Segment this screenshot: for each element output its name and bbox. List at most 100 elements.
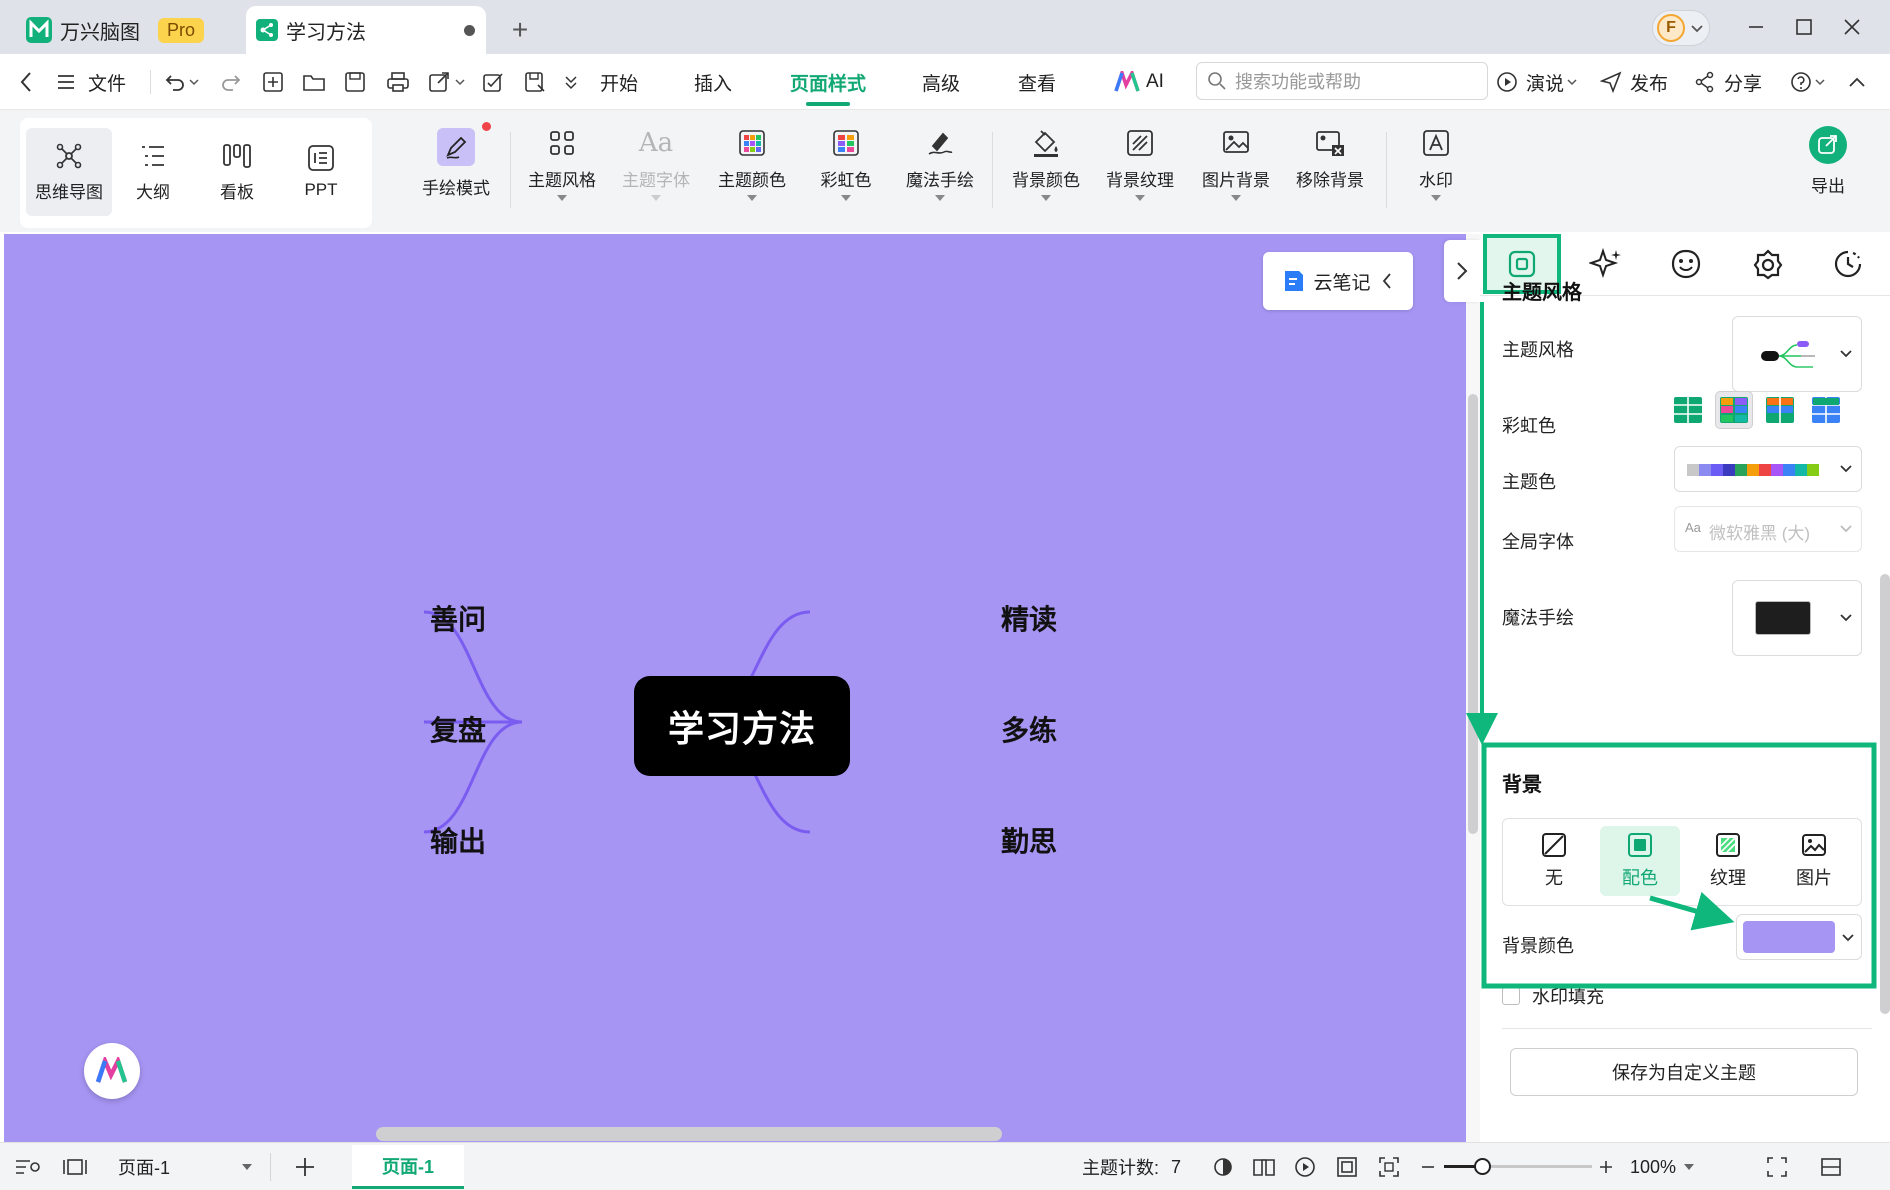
- add-page-button[interactable]: [294, 1143, 316, 1190]
- bg-option-color[interactable]: 配色: [1600, 826, 1680, 896]
- export-button[interactable]: 导出: [1780, 126, 1876, 222]
- tab-view[interactable]: 查看: [1018, 54, 1056, 110]
- open-file-button[interactable]: [302, 54, 326, 110]
- export-menu-button[interactable]: [428, 54, 465, 110]
- help-button[interactable]: [1790, 54, 1825, 110]
- user-account-menu[interactable]: F: [1652, 10, 1710, 46]
- fit-page-button[interactable]: [1336, 1143, 1358, 1190]
- theme-style-button[interactable]: 主题风格: [514, 128, 610, 224]
- new-file-button[interactable]: [262, 54, 284, 110]
- panel-tab-history[interactable]: [1810, 234, 1886, 294]
- search-input[interactable]: 搜索功能或帮助: [1196, 62, 1488, 100]
- file-menu[interactable]: 文件: [56, 54, 126, 110]
- bg-option-texture[interactable]: 纹理: [1688, 826, 1768, 896]
- watermark-fill-checkbox[interactable]: [1502, 987, 1520, 1005]
- theme-color-button[interactable]: 主题颜色: [704, 128, 800, 224]
- image-background-button[interactable]: 图片背景: [1188, 128, 1284, 224]
- app-tab[interactable]: 万兴脑图 Pro: [12, 6, 234, 54]
- undo-button[interactable]: [164, 54, 199, 110]
- theme-font-button[interactable]: Aa 主题字体: [608, 128, 704, 224]
- page-list-button[interactable]: [14, 1143, 42, 1190]
- view-ppt-button[interactable]: PPT: [278, 128, 364, 216]
- panel-toggle-button[interactable]: [1820, 1143, 1842, 1190]
- view-mindmap-button[interactable]: 思维导图: [26, 128, 112, 216]
- tab-ai[interactable]: AI: [1114, 54, 1164, 110]
- document-tab[interactable]: 学习方法: [246, 6, 486, 54]
- collapse-panel-button[interactable]: [1444, 240, 1480, 302]
- vertical-scrollbar[interactable]: [1466, 234, 1480, 1142]
- magic-draw-select[interactable]: [1732, 580, 1862, 656]
- task-button[interactable]: [482, 54, 504, 110]
- zoom-slider[interactable]: [1444, 1158, 1592, 1175]
- fullscreen-button[interactable]: [1766, 1143, 1788, 1190]
- panel-tab-emoji[interactable]: [1648, 234, 1724, 294]
- play-button[interactable]: [1294, 1143, 1316, 1190]
- scrollbar-thumb[interactable]: [1468, 394, 1478, 834]
- topic-node[interactable]: 多练: [1001, 709, 1057, 749]
- bg-option-image[interactable]: 图片: [1774, 826, 1854, 896]
- share-button[interactable]: 分享: [1694, 54, 1762, 110]
- collapse-ribbon-button[interactable]: [1848, 54, 1866, 110]
- topic-node[interactable]: 勤思: [1001, 820, 1057, 860]
- topic-node[interactable]: 输出: [430, 820, 486, 860]
- cloud-notes-button[interactable]: 云笔记: [1263, 252, 1413, 310]
- topic-node[interactable]: 善问: [430, 598, 486, 638]
- tab-start[interactable]: 开始: [600, 54, 638, 110]
- theme-toggle-button[interactable]: [1212, 1143, 1234, 1190]
- zoom-slider-handle[interactable]: [1474, 1158, 1491, 1175]
- more-tools-button[interactable]: [564, 54, 578, 110]
- close-button[interactable]: [1824, 0, 1880, 54]
- rainbow-option[interactable]: [1762, 392, 1798, 428]
- panel-tab-sticker[interactable]: [1730, 234, 1806, 294]
- topic-node[interactable]: 精读: [1001, 598, 1057, 638]
- background-color-select[interactable]: [1736, 914, 1862, 960]
- remove-background-button[interactable]: 移除背景: [1282, 128, 1378, 224]
- central-topic[interactable]: 学习方法: [634, 676, 850, 776]
- theme-color-select[interactable]: [1674, 446, 1862, 492]
- new-tab-button[interactable]: +: [500, 6, 540, 54]
- rainbow-button[interactable]: 彩虹色: [798, 128, 894, 224]
- zoom-level-select[interactable]: 100%: [1630, 1143, 1695, 1190]
- rainbow-option[interactable]: [1808, 392, 1844, 428]
- hand-draw-mode-button[interactable]: 手绘模式: [408, 122, 504, 224]
- publish-button[interactable]: 发布: [1600, 54, 1668, 110]
- theme-style-select[interactable]: [1732, 316, 1862, 392]
- ai-assistant-button[interactable]: [84, 1043, 140, 1099]
- global-font-select[interactable]: Aa 微软雅黑 (大): [1674, 506, 1862, 552]
- redo-button[interactable]: [220, 54, 242, 110]
- save-button[interactable]: [344, 54, 366, 110]
- save-custom-theme-button[interactable]: 保存为自定义主题: [1510, 1048, 1858, 1096]
- tab-page-style[interactable]: 页面样式: [790, 54, 866, 110]
- view-outline-button[interactable]: 大纲: [110, 128, 196, 216]
- page-select[interactable]: 页面-1: [110, 1150, 260, 1184]
- present-button[interactable]: 演说: [1496, 54, 1577, 110]
- watermark-fill-row[interactable]: 水印填充: [1502, 980, 1862, 1012]
- fit-screen-button[interactable]: [1378, 1143, 1400, 1190]
- zoom-in-button[interactable]: [1598, 1143, 1614, 1190]
- rainbow-grid-icon: [833, 130, 859, 156]
- tab-insert[interactable]: 插入: [694, 54, 732, 110]
- magic-draw-button[interactable]: 魔法手绘: [892, 128, 988, 224]
- horizontal-scrollbar[interactable]: [376, 1127, 1002, 1141]
- tab-advanced[interactable]: 高级: [922, 54, 960, 110]
- rainbow-option-selected[interactable]: [1716, 392, 1752, 428]
- send-icon: [1600, 71, 1622, 93]
- watermark-button[interactable]: 水印: [1388, 128, 1484, 224]
- page-thumbnail-button[interactable]: [62, 1143, 88, 1190]
- view-kanban-button[interactable]: 看板: [194, 128, 280, 216]
- page-select-value: 页面-1: [118, 1158, 171, 1178]
- background-texture-button[interactable]: 背景纹理: [1092, 128, 1188, 224]
- pro-badge[interactable]: Pro: [158, 17, 205, 43]
- background-color-button[interactable]: 背景颜色: [998, 128, 1094, 224]
- rainbow-option[interactable]: [1670, 392, 1706, 428]
- zoom-out-button[interactable]: [1420, 1143, 1436, 1190]
- save-as-button[interactable]: [524, 54, 546, 110]
- print-button[interactable]: [386, 54, 410, 110]
- book-view-button[interactable]: [1252, 1143, 1276, 1190]
- chevron-down-icon: [1840, 350, 1852, 358]
- panel-scrollbar[interactable]: [1880, 574, 1890, 1014]
- page-tab[interactable]: 页面-1: [352, 1145, 464, 1189]
- bg-option-none[interactable]: 无: [1514, 826, 1594, 896]
- back-button[interactable]: [18, 54, 34, 110]
- topic-node[interactable]: 复盘: [430, 709, 486, 749]
